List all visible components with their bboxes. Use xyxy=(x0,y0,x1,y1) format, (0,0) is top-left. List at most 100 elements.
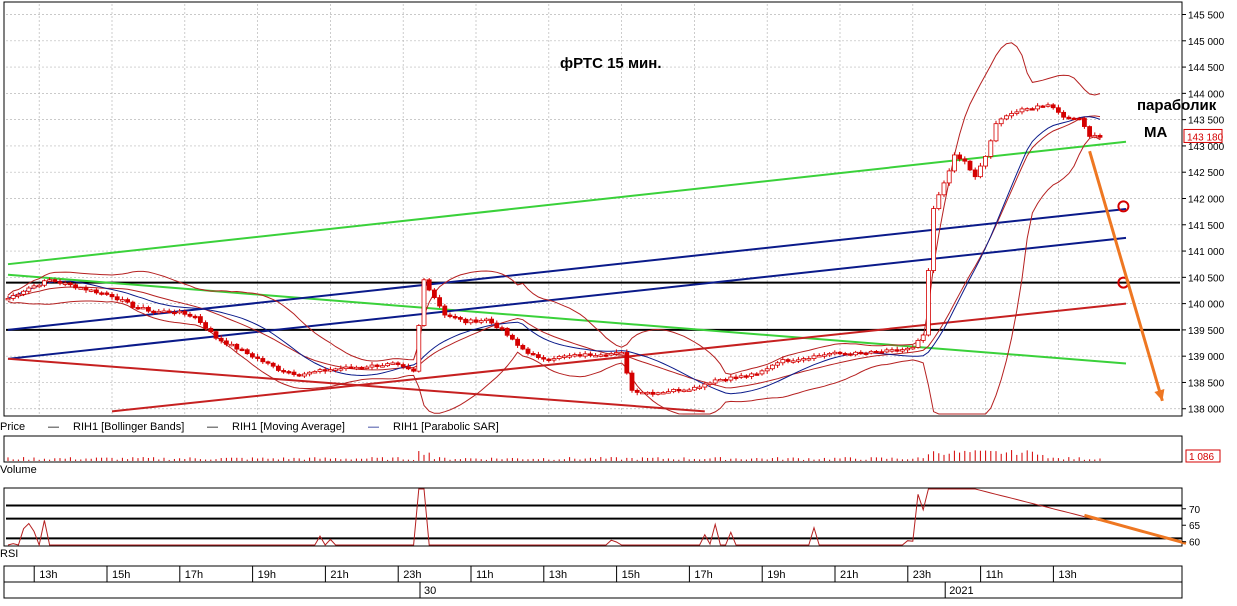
y-tick-label: 145 000 xyxy=(1188,37,1225,48)
candle-body xyxy=(140,307,146,310)
candle-body xyxy=(151,310,157,314)
candle-body xyxy=(744,375,749,378)
candle-body xyxy=(187,313,193,317)
y-tick-label: 139 500 xyxy=(1188,326,1225,337)
candle-body xyxy=(848,353,853,356)
candle-body xyxy=(577,354,583,357)
candle-body xyxy=(88,289,94,292)
candle-body xyxy=(889,349,895,352)
candle-body xyxy=(660,392,666,395)
candle-body xyxy=(764,368,770,372)
candle-body xyxy=(192,315,198,319)
time-label: 15h xyxy=(622,569,640,581)
candle-body xyxy=(541,357,546,360)
y-tick-label: 143 500 xyxy=(1188,116,1225,127)
candle-body xyxy=(1024,108,1030,111)
candle-body xyxy=(483,318,489,322)
candle-body xyxy=(801,358,806,361)
candle-body xyxy=(411,368,417,372)
candle-body xyxy=(177,310,183,314)
candle-body xyxy=(525,348,531,354)
y-tick-label: 141 500 xyxy=(1188,221,1225,232)
candle-body xyxy=(509,334,515,340)
time-label: 17h xyxy=(185,569,203,581)
candle-body xyxy=(47,279,52,282)
candle-body xyxy=(213,331,219,339)
candle-body xyxy=(993,123,999,142)
candle-body xyxy=(21,290,27,295)
candle-body xyxy=(754,373,760,376)
candle-body xyxy=(317,369,323,372)
candle-body xyxy=(265,361,271,364)
candle-body xyxy=(171,311,177,315)
candle-body xyxy=(603,354,609,357)
time-label: 17h xyxy=(694,569,712,581)
candle-body xyxy=(634,389,640,393)
candle-body xyxy=(858,351,864,355)
candle-body xyxy=(1076,117,1082,121)
candle-body xyxy=(447,314,453,317)
candle-body xyxy=(1082,118,1087,127)
candle-body xyxy=(161,310,167,313)
candle-body xyxy=(671,389,676,393)
candle-body xyxy=(312,371,318,374)
candle-body xyxy=(645,391,650,395)
candle-body xyxy=(442,305,448,316)
candle-body xyxy=(967,160,973,171)
candle-body xyxy=(1035,105,1040,110)
candle-body xyxy=(10,295,16,299)
chart-title: фРТС 15 мин. xyxy=(560,55,662,72)
candle-body xyxy=(796,359,801,362)
candle-body xyxy=(182,310,188,315)
candle-body xyxy=(1087,126,1092,137)
candle-body xyxy=(307,371,313,375)
time-label: 19h xyxy=(258,569,276,581)
y-tick-label: 144 500 xyxy=(1188,63,1225,74)
candle-body xyxy=(775,362,780,366)
candle-body xyxy=(712,379,718,384)
candle-body xyxy=(379,365,385,368)
candle-body xyxy=(1066,116,1072,120)
time-label: 21h xyxy=(330,569,348,581)
candle-body xyxy=(988,140,994,157)
rsi-axis: 60 65 70 xyxy=(1182,505,1201,549)
date-label: 30 xyxy=(424,585,436,597)
candle-body xyxy=(197,316,203,323)
legend-sar: RIH1 [Parabolic SAR] xyxy=(393,421,499,433)
candle-body xyxy=(223,340,229,345)
candle-body xyxy=(827,353,832,356)
candle-body xyxy=(52,279,58,282)
candle-body xyxy=(972,169,978,178)
candle-body xyxy=(536,354,541,358)
y-tick-label: 141 000 xyxy=(1188,247,1225,258)
candle-body xyxy=(73,284,78,289)
candle-body xyxy=(125,299,130,303)
candle-body xyxy=(515,338,520,346)
candle-body xyxy=(36,284,42,288)
candle-body xyxy=(681,389,687,392)
candle-body xyxy=(588,353,593,356)
candle-body xyxy=(530,353,536,356)
candle-body xyxy=(1050,104,1056,109)
y-tick-label: 145 500 xyxy=(1188,11,1225,22)
candle-body xyxy=(468,319,474,324)
candle-body xyxy=(208,327,214,333)
candle-body xyxy=(905,347,910,351)
candle-body xyxy=(275,365,281,371)
candle-body xyxy=(234,343,240,350)
candle-body xyxy=(5,297,11,301)
candle-body xyxy=(556,356,562,359)
candle-body xyxy=(926,270,931,336)
candle-body xyxy=(1071,117,1077,121)
rsi-tick-label: 70 xyxy=(1189,505,1201,516)
time-label: 11h xyxy=(986,569,1004,581)
candle-body xyxy=(874,350,879,354)
legend-price: Price xyxy=(0,421,26,433)
legend-bollinger: RIH1 [Bollinger Bands] xyxy=(73,421,185,433)
candle-body xyxy=(120,299,125,302)
candle-body xyxy=(1092,135,1098,138)
candle-body xyxy=(301,373,307,377)
candle-body xyxy=(166,310,172,313)
time-label: 23h xyxy=(913,569,931,581)
candle-body xyxy=(203,322,209,329)
